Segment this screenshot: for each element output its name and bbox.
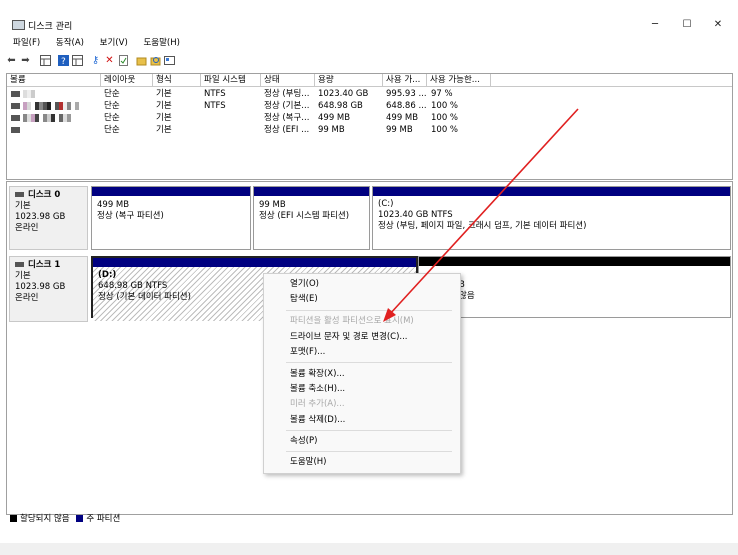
annotation-arrow <box>383 108 579 322</box>
